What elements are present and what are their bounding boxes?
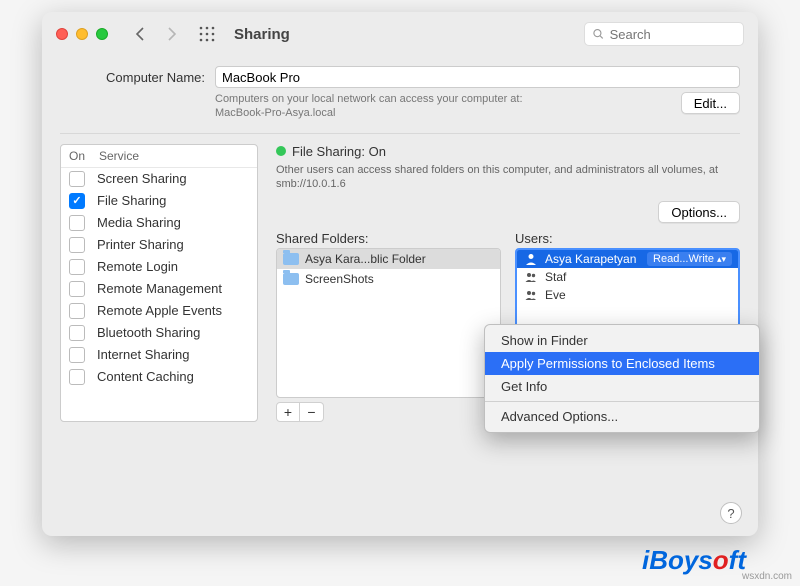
menu-advanced-options[interactable]: Advanced Options... (485, 405, 759, 428)
help-button[interactable]: ? (720, 502, 742, 524)
service-remote-login[interactable]: Remote Login (61, 256, 257, 278)
checkbox-remote-apple-events[interactable] (69, 303, 85, 319)
checkbox-content-caching[interactable] (69, 369, 85, 385)
brand-watermark: iBoysoft (642, 545, 746, 576)
user-row[interactable]: Eve (517, 286, 738, 304)
menu-separator (485, 401, 759, 402)
smb-options-button[interactable]: Options... (658, 201, 740, 223)
search-input[interactable] (610, 27, 735, 42)
group-icon (523, 288, 539, 302)
service-label: Remote Apple Events (97, 303, 222, 318)
service-label: File Sharing (97, 193, 166, 208)
service-label: Remote Management (97, 281, 222, 296)
shared-folders-listbox[interactable]: Asya Kara...blic Folder ScreenShots (276, 248, 501, 398)
service-label: Remote Login (97, 259, 178, 274)
services-header: On Service (61, 145, 257, 168)
service-label: Printer Sharing (97, 237, 184, 252)
service-label: Screen Sharing (97, 171, 187, 186)
status-label: File Sharing: On (292, 144, 386, 159)
minimize-window-button[interactable] (76, 28, 88, 40)
context-menu: Show in Finder Apply Permissions to Encl… (484, 324, 760, 433)
folder-icon (283, 273, 299, 285)
window-title: Sharing (234, 26, 290, 43)
search-field-wrap[interactable] (584, 22, 744, 46)
service-media-sharing[interactable]: Media Sharing (61, 212, 257, 234)
checkbox-printer-sharing[interactable] (69, 237, 85, 253)
source-watermark: wsxdn.com (742, 571, 792, 582)
user-row[interactable]: Staf (517, 268, 738, 286)
remove-folder-button[interactable]: − (300, 402, 324, 422)
forward-button[interactable] (160, 22, 184, 46)
status-row: File Sharing: On (276, 144, 740, 159)
checkbox-bluetooth-sharing[interactable] (69, 325, 85, 341)
computer-name-row: Computer Name: (60, 66, 740, 88)
group-icon (523, 270, 539, 284)
chevron-updown-icon: ▴▾ (717, 257, 726, 262)
divider (60, 133, 740, 134)
service-column-header: Service (99, 149, 139, 163)
service-label: Bluetooth Sharing (97, 325, 200, 340)
service-label: Content Caching (97, 369, 194, 384)
folder-label: Asya Kara...blic Folder (305, 252, 426, 266)
folder-item[interactable]: ScreenShots (277, 269, 500, 289)
sharing-prefpane-window: Sharing Computer Name: Computers on your… (42, 12, 758, 536)
checkbox-internet-sharing[interactable] (69, 347, 85, 363)
service-label: Internet Sharing (97, 347, 190, 362)
checkbox-media-sharing[interactable] (69, 215, 85, 231)
service-printer-sharing[interactable]: Printer Sharing (61, 234, 257, 256)
show-all-prefs-button[interactable] (196, 23, 218, 45)
user-icon (523, 252, 539, 266)
menu-apply-permissions-enclosed[interactable]: Apply Permissions to Enclosed Items (485, 352, 759, 375)
search-icon (593, 28, 604, 40)
checkbox-remote-login[interactable] (69, 259, 85, 275)
service-remote-apple-events[interactable]: Remote Apple Events (61, 300, 257, 322)
folder-icon (283, 253, 299, 265)
user-name: Asya Karapetyan (545, 252, 641, 266)
close-window-button[interactable] (56, 28, 68, 40)
menu-show-in-finder[interactable]: Show in Finder (485, 329, 759, 352)
service-bluetooth-sharing[interactable]: Bluetooth Sharing (61, 322, 257, 344)
on-column-header: On (69, 149, 99, 163)
folder-item[interactable]: Asya Kara...blic Folder (277, 249, 500, 269)
service-label: Media Sharing (97, 215, 181, 230)
user-name: Staf (545, 270, 732, 284)
checkbox-remote-management[interactable] (69, 281, 85, 297)
traffic-lights (56, 28, 108, 40)
user-row[interactable]: Asya Karapetyan Read...Write ▴▾ (517, 250, 738, 268)
status-description: Other users can access shared folders on… (276, 163, 740, 192)
permission-dropdown[interactable]: Read...Write ▴▾ (647, 252, 732, 266)
checkbox-screen-sharing[interactable] (69, 171, 85, 187)
service-internet-sharing[interactable]: Internet Sharing (61, 344, 257, 366)
menu-get-info[interactable]: Get Info (485, 375, 759, 398)
add-folder-button[interactable]: + (276, 402, 300, 422)
service-remote-management[interactable]: Remote Management (61, 278, 257, 300)
computer-name-input[interactable] (215, 66, 740, 88)
service-file-sharing[interactable]: File Sharing (61, 190, 257, 212)
status-indicator-icon (276, 146, 286, 156)
service-screen-sharing[interactable]: Screen Sharing (61, 168, 257, 190)
zoom-window-button[interactable] (96, 28, 108, 40)
computer-name-description: Computers on your local network can acce… (215, 92, 671, 121)
checkbox-file-sharing[interactable] (69, 193, 85, 209)
service-content-caching[interactable]: Content Caching (61, 366, 257, 388)
shared-folders-label: Shared Folders: (276, 231, 501, 246)
services-sidebar: On Service Screen Sharing File Sharing M… (60, 144, 258, 423)
edit-hostname-button[interactable]: Edit... (681, 92, 740, 114)
users-label: Users: (515, 231, 740, 246)
shared-folders-panel: Shared Folders: Asya Kara...blic Folder … (276, 231, 501, 422)
back-button[interactable] (128, 22, 152, 46)
titlebar: Sharing (42, 12, 758, 56)
user-name: Eve (545, 288, 732, 302)
folder-label: ScreenShots (305, 272, 374, 286)
computer-name-label: Computer Name: (60, 70, 205, 85)
